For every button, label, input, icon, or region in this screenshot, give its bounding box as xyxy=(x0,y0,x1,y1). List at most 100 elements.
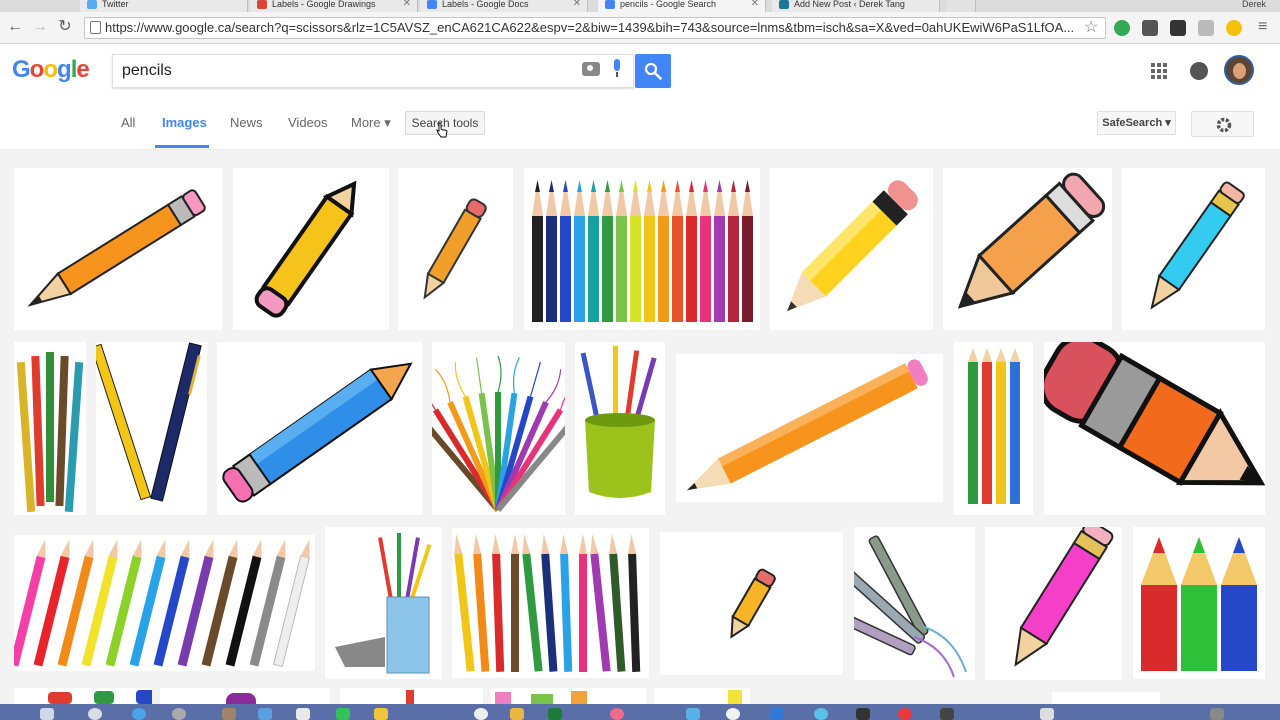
browser-tab-twitter[interactable]: Twitter xyxy=(80,0,248,12)
colored-pencils-image xyxy=(532,180,753,322)
image-result[interactable] xyxy=(524,168,760,330)
app-icon[interactable] xyxy=(814,708,828,720)
google-logo[interactable]: Google xyxy=(12,56,90,84)
google-header: Google pencils xyxy=(0,44,1280,98)
grammarly-extension-icon[interactable] xyxy=(1114,20,1130,36)
twitter-icon xyxy=(87,0,97,9)
browser-tab-wordpress[interactable]: Add New Post ‹ Derek Tang xyxy=(772,0,940,12)
tab-title: Labels - Google Drawings xyxy=(272,0,376,9)
search-button[interactable] xyxy=(635,54,671,88)
pencil-image xyxy=(27,189,206,307)
image-result[interactable] xyxy=(398,168,513,330)
app-icon[interactable] xyxy=(686,708,700,720)
app-icon[interactable] xyxy=(856,708,870,720)
app-icon[interactable] xyxy=(726,708,740,720)
pencil-image xyxy=(786,180,918,312)
safesearch-button[interactable]: SafeSearch ▾ xyxy=(1097,111,1176,135)
app-icon[interactable] xyxy=(258,708,272,720)
image-result[interactable] xyxy=(676,354,943,502)
menu-icon[interactable]: ≡ xyxy=(1258,18,1267,36)
image-result[interactable] xyxy=(432,342,565,515)
app-icon[interactable] xyxy=(222,708,236,720)
image-result[interactable] xyxy=(1133,527,1265,679)
profile-name[interactable]: Derek xyxy=(1242,0,1266,9)
image-result[interactable] xyxy=(160,688,330,704)
pencil-image xyxy=(686,359,928,491)
tab-videos[interactable]: Videos xyxy=(288,115,328,130)
settings-button[interactable] xyxy=(1191,111,1254,137)
image-result[interactable] xyxy=(452,528,649,678)
back-icon[interactable]: ← xyxy=(6,18,24,36)
safari-icon[interactable] xyxy=(132,708,146,720)
new-tab-button[interactable] xyxy=(946,0,976,12)
app-icon[interactable] xyxy=(172,708,186,720)
film-extension-icon[interactable] xyxy=(1170,20,1186,36)
browser-tab-docs[interactable]: Labels - Google Docs ✕ xyxy=(420,0,588,12)
image-result[interactable] xyxy=(1044,342,1265,515)
image-result[interactable] xyxy=(14,168,222,330)
bookmark-star-icon[interactable]: ☆ xyxy=(1084,17,1098,37)
image-result[interactable] xyxy=(14,535,315,671)
app-icon[interactable] xyxy=(1040,708,1054,720)
image-result[interactable] xyxy=(14,688,152,704)
image-result[interactable] xyxy=(340,688,483,704)
image-result[interactable] xyxy=(1052,692,1160,704)
image-result[interactable] xyxy=(217,342,422,515)
tab-news[interactable]: News xyxy=(230,115,263,130)
z-extension-icon[interactable] xyxy=(1226,20,1242,36)
image-result[interactable] xyxy=(233,168,389,330)
notifications-icon[interactable] xyxy=(1190,62,1208,80)
pencil-image xyxy=(423,198,487,300)
image-result[interactable] xyxy=(1122,168,1265,330)
reload-icon[interactable]: ↻ xyxy=(56,18,74,36)
logo-letter: e xyxy=(76,56,89,83)
avatar[interactable] xyxy=(1224,55,1254,85)
app-icon[interactable] xyxy=(548,708,562,720)
image-result[interactable] xyxy=(654,688,750,704)
image-result[interactable] xyxy=(14,342,86,515)
app-icon[interactable] xyxy=(336,708,350,720)
image-result[interactable] xyxy=(325,527,442,679)
image-result[interactable] xyxy=(575,342,665,515)
page-icon xyxy=(90,21,101,34)
image-result[interactable] xyxy=(491,688,646,704)
tab-images[interactable]: Images xyxy=(162,115,207,130)
app-icon[interactable] xyxy=(898,708,912,720)
app-icon[interactable] xyxy=(296,708,310,720)
image-result[interactable] xyxy=(770,168,933,330)
image-result[interactable] xyxy=(985,527,1122,680)
close-icon[interactable]: ✕ xyxy=(403,0,411,9)
app-icon[interactable] xyxy=(374,708,388,720)
forward-icon[interactable]: → xyxy=(31,18,49,36)
apps-grid-icon[interactable] xyxy=(1151,63,1167,79)
extension-icon[interactable] xyxy=(1198,20,1214,36)
image-result[interactable] xyxy=(660,532,843,675)
pencil-image xyxy=(1014,527,1114,667)
address-bar-url: https://www.google.ca/search?q=scissors&… xyxy=(105,20,1075,35)
logo-letter: G xyxy=(12,56,31,83)
microphone-icon[interactable] xyxy=(612,59,622,79)
browser-tab-google-search[interactable]: pencils - Google Search ✕ xyxy=(598,0,766,12)
close-icon[interactable]: ✕ xyxy=(573,0,581,9)
finder-icon[interactable] xyxy=(40,708,54,720)
app-icon[interactable] xyxy=(510,708,524,720)
app-icon[interactable] xyxy=(88,708,102,720)
app-icon[interactable] xyxy=(610,708,624,720)
image-result[interactable] xyxy=(954,342,1033,515)
app-icon[interactable] xyxy=(940,708,954,720)
browser-tab-drawings[interactable]: Labels - Google Drawings ✕ xyxy=(250,0,418,12)
extension-icon[interactable] xyxy=(1142,20,1158,36)
close-icon[interactable]: ✕ xyxy=(751,0,759,9)
tab-all[interactable]: All xyxy=(121,115,135,130)
chrome-icon[interactable] xyxy=(474,708,488,720)
image-result[interactable] xyxy=(854,527,975,680)
address-bar[interactable]: https://www.google.ca/search?q=scissors&… xyxy=(84,17,1106,39)
image-result[interactable] xyxy=(96,342,207,515)
search-input[interactable]: pencils xyxy=(112,54,634,88)
camera-icon[interactable] xyxy=(582,62,600,76)
trash-icon[interactable] xyxy=(1210,708,1224,720)
image-result[interactable] xyxy=(943,168,1112,330)
search-query: pencils xyxy=(122,62,172,79)
app-icon[interactable] xyxy=(770,708,784,720)
tab-more[interactable]: More ▾ xyxy=(351,115,391,131)
